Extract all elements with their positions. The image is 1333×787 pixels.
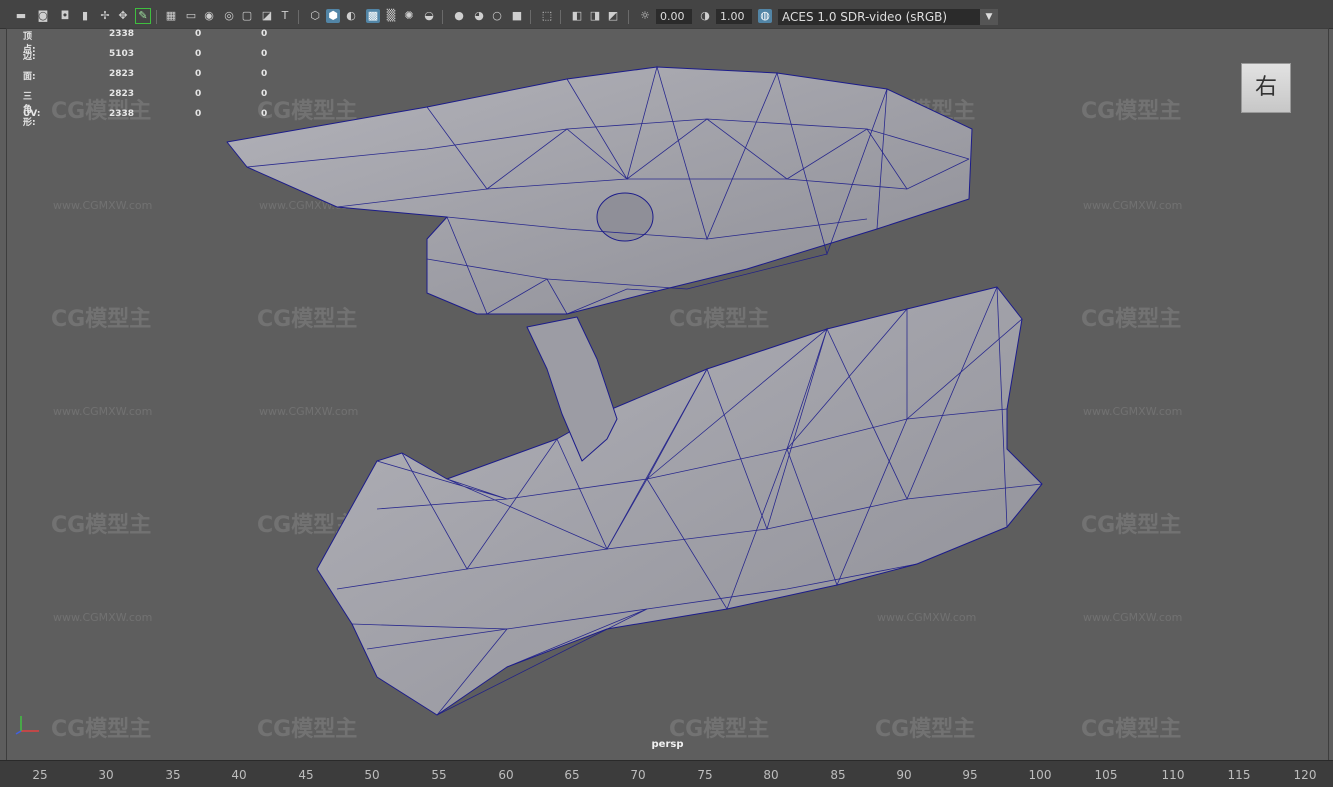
film-gate-icon[interactable]: ▭ [184, 9, 198, 23]
checker-icon[interactable]: ▒ [384, 9, 398, 23]
shadow-icon[interactable]: ◒ [422, 9, 436, 23]
time-tick: 115 [1227, 768, 1251, 782]
time-tick: 30 [98, 768, 114, 782]
safe-title-icon[interactable]: ◪ [260, 9, 274, 23]
select-camera-icon[interactable]: ▬ [14, 9, 28, 23]
time-tick: 100 [1028, 768, 1052, 782]
time-tick: 105 [1094, 768, 1118, 782]
axis-gizmo-icon [15, 716, 39, 735]
shaded-icon[interactable]: ⬢ [326, 9, 340, 23]
time-tick: 120 [1293, 768, 1317, 782]
time-slider[interactable]: 25 30 35 40 45 50 55 60 65 70 75 80 85 9… [0, 760, 1333, 787]
light-icon[interactable]: ✺ [402, 9, 416, 23]
camera-icon[interactable]: ◘ [58, 9, 72, 23]
time-tick: 25 [32, 768, 48, 782]
gamma-icon[interactable]: ◑ [698, 9, 712, 23]
color-space-dropdown[interactable]: ACES 1.0 SDR-video (sRGB) [778, 9, 998, 25]
chevron-down-icon[interactable]: ▼ [980, 9, 998, 25]
xray-joints-icon[interactable]: ◨ [588, 9, 602, 23]
bookmark-icon[interactable]: ▮ [78, 9, 92, 23]
safe-action-icon[interactable]: ▢ [240, 9, 254, 23]
resolution-gate-icon[interactable]: ◉ [202, 9, 216, 23]
motion-blur-icon[interactable]: ◕ [472, 9, 486, 23]
grid-icon[interactable]: ▦ [164, 9, 178, 23]
view-cube[interactable]: 右 [1241, 63, 1291, 113]
time-tick: 35 [165, 768, 181, 782]
wireframe-on-shaded-icon[interactable]: ◐ [344, 9, 358, 23]
texture-icon[interactable]: ▩ [366, 9, 380, 23]
time-tick: 90 [896, 768, 912, 782]
time-tick: 60 [498, 768, 514, 782]
time-tick: 80 [763, 768, 779, 782]
exposure-icon[interactable]: ☼ [638, 9, 652, 23]
field-chart-icon[interactable]: ◎ [222, 9, 236, 23]
perspective-viewport[interactable]: CG模型主 CG模型主 CG模型主 CG模型主 CG模型主 CG模型主 CG模型… [6, 28, 1329, 761]
time-tick: 110 [1161, 768, 1185, 782]
wireframe-icon[interactable]: ⬡ [308, 9, 322, 23]
time-tick: 70 [630, 768, 646, 782]
snap-icon[interactable]: ✢ [98, 9, 112, 23]
helmet-upper-shell [226, 66, 973, 315]
time-tick: 85 [830, 768, 846, 782]
helmet-chin-bar [316, 286, 1043, 716]
anti-alias-icon[interactable]: ○ [490, 9, 504, 23]
camera-label: persp [651, 739, 684, 750]
depth-of-field-icon[interactable]: ■ [510, 9, 524, 23]
move-icon[interactable]: ✥ [116, 9, 130, 23]
helmet-vent [596, 192, 654, 242]
time-tick: 40 [231, 768, 247, 782]
time-tick: 50 [364, 768, 380, 782]
time-tick: 55 [431, 768, 447, 782]
colorspace-icon[interactable]: ◍ [758, 9, 772, 23]
ambient-occlusion-icon[interactable]: ● [452, 9, 466, 23]
helmet-mesh[interactable] [7, 29, 1328, 760]
exposure-field[interactable]: 0.00 [656, 9, 692, 24]
text-icon[interactable]: T [278, 9, 292, 23]
time-tick: 95 [962, 768, 978, 782]
xray-icon[interactable]: ◧ [570, 9, 584, 23]
gamma-field[interactable]: 1.00 [716, 9, 752, 24]
time-tick: 75 [697, 768, 713, 782]
viewport-toolbar: ▬ ◙ ◘ ▮ ✢ ✥ ✎ ▦ ▭ ◉ ◎ ▢ ◪ T ⬡ ⬢ ◐ ▩ ▒ ✺ … [0, 6, 1333, 29]
time-tick: 65 [564, 768, 580, 782]
xray-components-icon[interactable]: ◩ [606, 9, 620, 23]
time-tick: 45 [298, 768, 314, 782]
isolate-icon[interactable]: ⬚ [540, 9, 554, 23]
camera-attributes-icon[interactable]: ◙ [36, 9, 50, 23]
pencil-icon[interactable]: ✎ [135, 8, 151, 24]
